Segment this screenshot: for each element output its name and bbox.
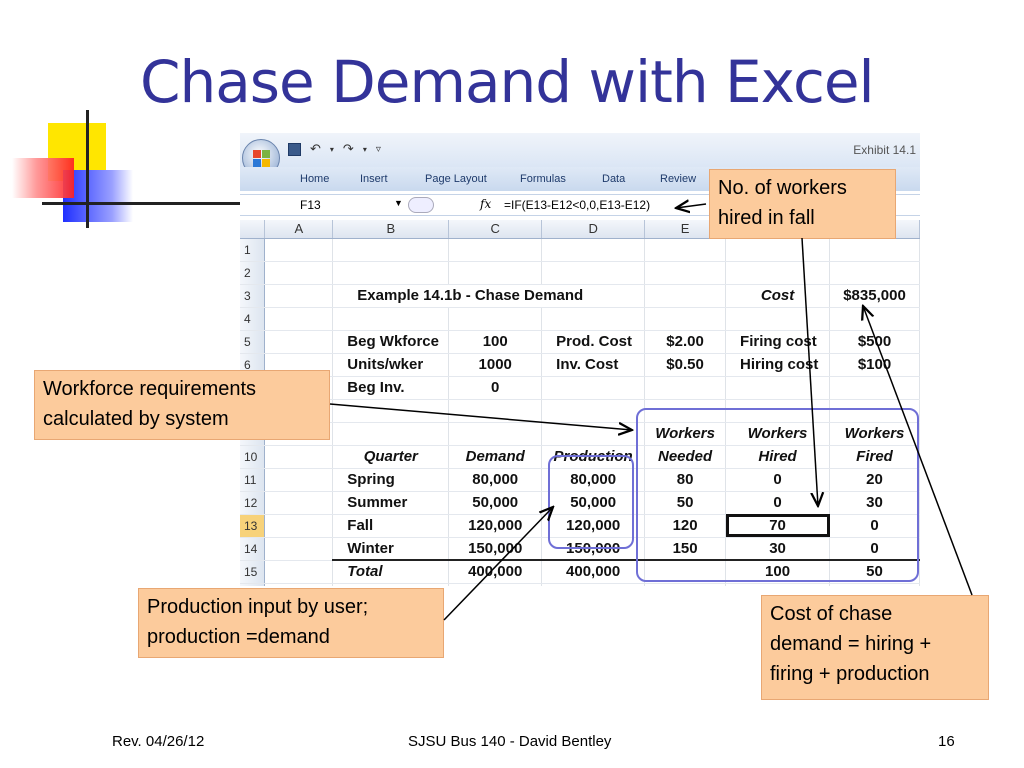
annotation-arrows xyxy=(329,0,973,621)
footer-page-number: 16 xyxy=(938,733,955,750)
arrow-to-hired-cell xyxy=(801,237,818,506)
footer-course: SJSU Bus 140 - David Bentley xyxy=(408,733,612,750)
arrow-to-formula xyxy=(676,204,707,208)
arrow-to-cost xyxy=(863,306,973,596)
arrow-to-production xyxy=(443,507,553,621)
footer-revision: Rev. 04/26/12 xyxy=(112,733,205,750)
arrow-to-workers-needed xyxy=(329,403,632,430)
